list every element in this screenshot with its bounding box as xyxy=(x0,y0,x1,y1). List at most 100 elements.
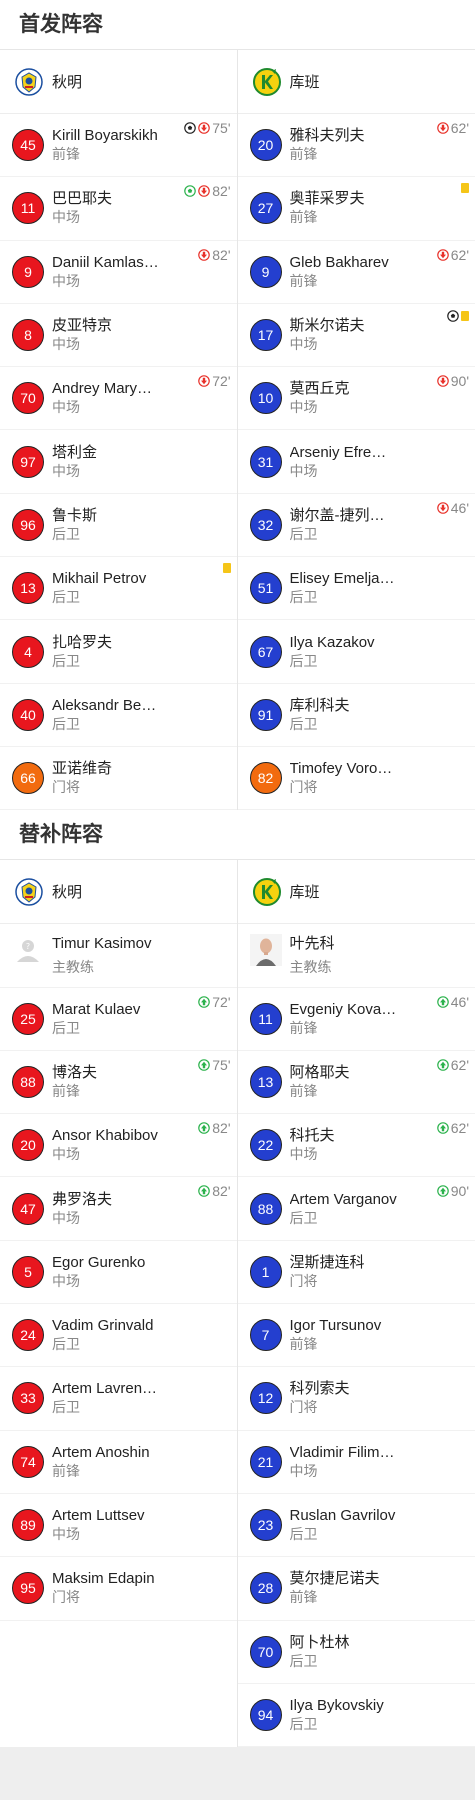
player-row[interactable]: 25 Marat Kulaev 后卫 72' xyxy=(0,988,237,1051)
player-position: 前锋 xyxy=(52,1462,80,1479)
starting-lineup-title: 首发阵容 xyxy=(0,0,475,50)
player-position: 门将 xyxy=(289,779,318,796)
player-name: Aleksandr Be… xyxy=(52,696,157,714)
player-name: Artem Luttsev xyxy=(52,1507,145,1525)
player-position: 中场 xyxy=(289,1146,318,1163)
player-position: 中场 xyxy=(52,399,80,416)
player-name: Daniil Kamlas… xyxy=(52,253,159,271)
player-row[interactable]: 13 Mikhail Petrov 后卫 xyxy=(0,557,237,621)
player-name: 斯米尔诺夫 xyxy=(289,317,365,335)
player-row[interactable]: 10 莫西丘克 中场 90' xyxy=(237,367,475,431)
player-row[interactable]: 66 亚诺维奇 门将 xyxy=(0,747,237,811)
home-team-header[interactable]: 秋明 xyxy=(0,50,237,114)
jersey-number-badge: 28 xyxy=(249,1572,282,1605)
away-team-header-subs[interactable]: 库班 xyxy=(237,860,475,925)
player-row[interactable]: 22 科托夫 中场 62' xyxy=(237,1114,475,1178)
home-team-header-subs[interactable]: 秋明 xyxy=(0,860,237,925)
away-subs-column: 库班 叶先科 主教练 11 Evgeniy Kova… 前锋 46' 13 阿格耶夫 前锋 6… xyxy=(237,860,475,1748)
player-row[interactable]: 51 Elisey Emelja… 后卫 xyxy=(237,557,475,621)
player-row[interactable]: 23 Ruslan Gavrilov 后卫 xyxy=(237,1494,475,1558)
player-row[interactable]: 13 阿格耶夫 前锋 62' xyxy=(237,1051,475,1115)
player-row[interactable]: 1 涅斯捷连科 门将 xyxy=(237,1241,475,1305)
player-row[interactable]: 28 莫尔捷尼诺夫 前锋 xyxy=(237,1557,475,1621)
player-name: Ruslan Gavrilov xyxy=(289,1507,396,1525)
player-name: 扎哈罗夫 xyxy=(52,633,113,651)
player-row[interactable]: 7 Igor Tursunov 前锋 xyxy=(237,1304,475,1368)
player-row[interactable]: 88 Artem Varganov 后卫 90' xyxy=(237,1177,475,1241)
home-coach-row[interactable]: ? Timur Kasimov 主教练 xyxy=(0,924,237,988)
player-row[interactable]: 4 扎哈罗夫 后卫 xyxy=(0,620,237,684)
player-row[interactable]: 11 巴巴耶夫 中场 82' xyxy=(0,177,237,241)
match-events: 82' xyxy=(198,1183,231,1199)
player-row[interactable]: 9 Gleb Bakharev 前锋 62' xyxy=(237,241,475,304)
player-row[interactable]: 20 Ansor Khabibov 中场 82' xyxy=(0,1114,237,1178)
player-position: 后卫 xyxy=(52,715,80,732)
player-row[interactable]: 45 Kirill Boyarskikh 前锋 75' xyxy=(0,114,237,178)
player-row[interactable]: 47 弗罗洛夫 中场 82' xyxy=(0,1177,237,1241)
coach-role: 主教练 xyxy=(289,959,332,976)
player-position: 前锋 xyxy=(289,209,318,226)
jersey-number-badge: 13 xyxy=(249,1066,282,1098)
player-position: 前锋 xyxy=(289,1589,318,1606)
sub-out-icon xyxy=(436,248,449,261)
player-row[interactable]: 88 博洛夫 前锋 75' xyxy=(0,1051,237,1115)
placeholder-avatar-icon: ? xyxy=(17,940,39,963)
player-row[interactable]: 12 科列索夫 门将 xyxy=(237,1367,475,1431)
player-position: 后卫 xyxy=(52,1019,80,1036)
coach-name: 叶先科 xyxy=(289,935,335,953)
player-row[interactable]: 91 库利科夫 后卫 xyxy=(237,684,475,747)
player-position: 前锋 xyxy=(289,1083,318,1099)
player-row[interactable]: 70 Andrey Mary… 中场 72' xyxy=(0,367,237,431)
player-name: Vadim Grinvald xyxy=(52,1317,154,1335)
player-position: 中场 xyxy=(52,209,80,226)
jersey-number-badge: 96 xyxy=(12,508,44,541)
player-row[interactable]: 67 Ilya Kazakov 后卫 xyxy=(237,620,475,684)
player-position: 后卫 xyxy=(289,1526,318,1543)
player-row[interactable]: 33 Artem Lavren… 后卫 xyxy=(0,1367,237,1431)
jersey-number-badge: 67 xyxy=(249,635,282,668)
sub-in-icon xyxy=(436,1185,449,1198)
match-events: 62' xyxy=(436,247,469,263)
player-row[interactable]: 96 鲁卡斯 后卫 xyxy=(0,494,237,558)
player-position: 后卫 xyxy=(289,525,318,542)
player-row[interactable]: 94 Ilya Bykovskiy 后卫 xyxy=(237,1684,475,1748)
player-row[interactable]: 40 Aleksandr Be… 后卫 xyxy=(0,684,237,747)
jersey-number-badge: 91 xyxy=(249,698,282,731)
player-row[interactable]: 74 Artem Anoshin 前锋 xyxy=(0,1431,237,1494)
player-name: 巴巴耶夫 xyxy=(52,190,113,208)
player-row[interactable]: 89 Artem Luttsev 中场 xyxy=(0,1494,237,1558)
away-team-header[interactable]: 库班 xyxy=(237,50,475,114)
player-row[interactable]: 5 Egor Gurenko 中场 xyxy=(0,1241,237,1305)
player-row[interactable]: 9 Daniil Kamlas… 中场 82' xyxy=(0,241,237,304)
event-minute: 72' xyxy=(212,373,231,390)
player-row[interactable]: 17 斯米尔诺夫 中场 xyxy=(237,304,475,368)
substitutes-title: 替补阵容 xyxy=(0,810,475,861)
player-row[interactable]: 24 Vadim Grinvald 后卫 xyxy=(0,1304,237,1368)
player-row[interactable]: 20 雅科夫列夫 前锋 62' xyxy=(237,114,475,178)
player-row[interactable]: 95 Maksim Edapin 门将 xyxy=(0,1557,237,1621)
player-row[interactable]: 97 塔利金 中场 xyxy=(0,430,237,494)
jersey-number-badge: 23 xyxy=(249,1509,282,1542)
match-events: 62' xyxy=(436,1057,469,1073)
player-row[interactable]: 11 Evgeniy Kova… 前锋 46' xyxy=(237,988,475,1051)
home-subs-list: 25 Marat Kulaev 后卫 72' 88 博洛夫 前锋 75' 20 Ansor Kha… xyxy=(0,988,237,1621)
player-row[interactable]: 8 皮亚特京 中场 xyxy=(0,304,237,368)
jersey-number-badge: 74 xyxy=(12,1445,44,1478)
sub-in-icon xyxy=(436,995,449,1008)
player-row[interactable]: 70 阿卜杜林 后卫 xyxy=(237,1621,475,1684)
player-position: 中场 xyxy=(52,1526,80,1543)
event-minute: 75' xyxy=(212,1056,231,1073)
player-name: 库利科夫 xyxy=(289,696,350,714)
event-minute: 46' xyxy=(450,499,469,516)
jersey-number-badge: 33 xyxy=(12,1382,44,1415)
player-row[interactable]: 82 Timofey Voro… 门将 xyxy=(237,747,475,811)
away-coach-row[interactable]: 叶先科 主教练 xyxy=(237,924,475,988)
player-row[interactable]: 27 奥菲采罗夫 前锋 xyxy=(237,177,475,241)
player-row[interactable]: 21 Vladimir Filim… 中场 xyxy=(237,1431,475,1494)
player-name: 涅斯捷连科 xyxy=(289,1253,365,1271)
jersey-number-badge: 51 xyxy=(249,572,282,605)
player-row[interactable]: 32 谢尔盖-捷列… 后卫 46' xyxy=(237,494,475,558)
yellow-card-icon xyxy=(461,310,469,321)
player-row[interactable]: 31 Arseniy Efre… 中场 xyxy=(237,430,475,494)
jersey-number-badge: 9 xyxy=(249,255,282,288)
